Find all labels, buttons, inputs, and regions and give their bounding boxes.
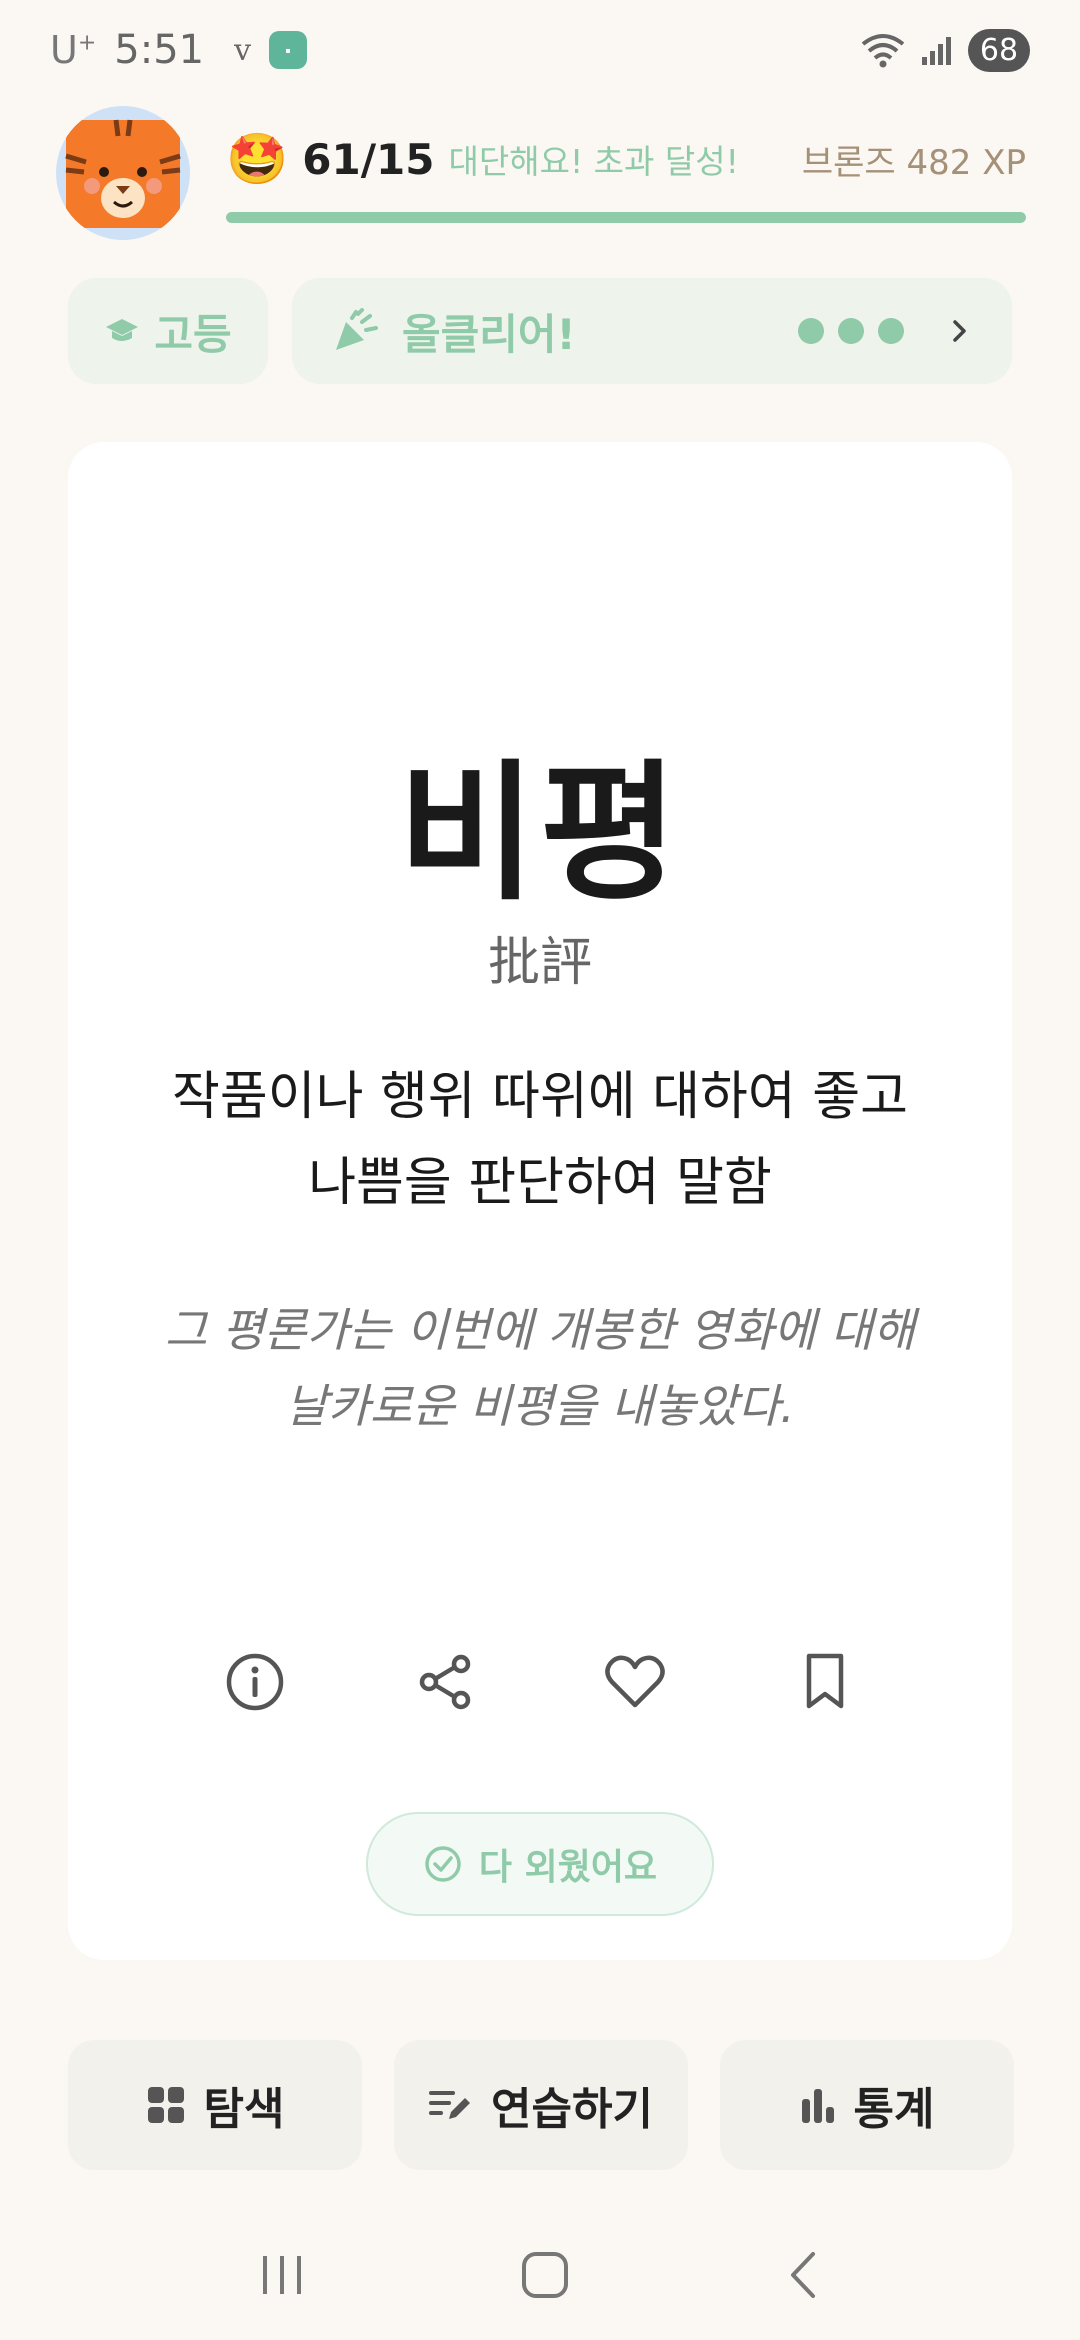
- back-icon[interactable]: [783, 2250, 823, 2300]
- meaning-text: 작품이나 행위 따위에 대하여 좋고 나쁨을 판단하여 말함: [172, 1067, 908, 1213]
- progress-row: 🤩 61/15 대단해요! 초과 달성! 브론즈 482 XP: [226, 134, 1026, 184]
- share-button[interactable]: [410, 1647, 480, 1717]
- hanja-text: 批評: [487, 933, 592, 993]
- app-notification-icon: ▪: [269, 31, 308, 69]
- check-circle-icon: [425, 1846, 461, 1882]
- dot: [878, 318, 904, 344]
- edit-list-icon: [429, 2091, 471, 2119]
- level-chip[interactable]: 고등: [68, 278, 268, 384]
- goal-label: 올클리어!: [402, 309, 576, 359]
- dot: [838, 318, 864, 344]
- home-icon[interactable]: [520, 2250, 570, 2300]
- party-popper-icon: [336, 308, 378, 350]
- bar-chart-icon: [801, 2089, 834, 2123]
- practice-label: 연습하기: [491, 2084, 653, 2135]
- achievement-text: 대단해요! 초과 달성!: [448, 142, 739, 181]
- dot: [798, 318, 824, 344]
- share-icon: [419, 1654, 471, 1710]
- tiger-avatar-icon: [65, 119, 181, 228]
- explore-button[interactable]: 탐색: [68, 2040, 362, 2170]
- card-actions: [168, 1642, 912, 1722]
- progress-dots: [798, 318, 904, 344]
- info-icon: [226, 1653, 284, 1711]
- rank-xp[interactable]: 브론즈 482 XP: [802, 135, 1026, 184]
- goal-chip[interactable]: 올클리어!: [292, 278, 1012, 384]
- example-sentence: 그 평론가는 이번에 개봉한 영화에 대해 날카로운 비평을 내놓았다.: [164, 1303, 916, 1433]
- progress-bar: [226, 212, 1026, 223]
- avatar[interactable]: [56, 106, 190, 240]
- memorized-button[interactable]: 다 외웠어요: [366, 1812, 714, 1916]
- recent-apps-icon[interactable]: [257, 2252, 307, 2298]
- status-right: 68: [860, 28, 1030, 72]
- status-bar: U+ 5:51 v ▪ 68: [0, 0, 1080, 100]
- explore-label: 탐색: [203, 2084, 285, 2135]
- grid-icon: [147, 2087, 184, 2123]
- memorized-label: 다 외웠어요: [478, 1847, 658, 1888]
- favorite-button[interactable]: [600, 1647, 670, 1717]
- info-button[interactable]: [220, 1647, 290, 1717]
- word-card: 비평 批評 작품이나 행위 따위에 대하여 좋고 나쁨을 판단하여 말함 그 평…: [68, 442, 1012, 1960]
- practice-button[interactable]: 연습하기: [394, 2040, 688, 2170]
- battery-indicator: 68: [968, 28, 1030, 72]
- graduation-cap-icon: [106, 319, 139, 341]
- clock: 5:51: [114, 27, 205, 73]
- notification-v: v: [234, 32, 252, 68]
- carrier-label: U+: [50, 28, 97, 72]
- star-struck-emoji: 🤩: [226, 130, 289, 188]
- bookmark-icon: [806, 1653, 844, 1709]
- status-left: U+ 5:51 v ▪: [50, 27, 308, 73]
- system-navigation: [0, 2230, 1080, 2320]
- bookmark-button[interactable]: [790, 1647, 860, 1717]
- stats-label: 통계: [853, 2084, 935, 2135]
- heart-icon: [605, 1655, 665, 1708]
- header: 🤩 61/15 대단해요! 초과 달성! 브론즈 482 XP: [56, 106, 1026, 242]
- chevron-right-icon: [953, 320, 966, 342]
- signal-icon: [922, 37, 951, 65]
- stats-button[interactable]: 통계: [720, 2040, 1014, 2170]
- wifi-icon: [861, 34, 905, 68]
- word-title: 비평: [397, 745, 682, 921]
- progress-count: 61/15: [302, 134, 435, 184]
- progress-bar-fill: [226, 212, 1026, 223]
- level-label: 고등: [154, 309, 232, 359]
